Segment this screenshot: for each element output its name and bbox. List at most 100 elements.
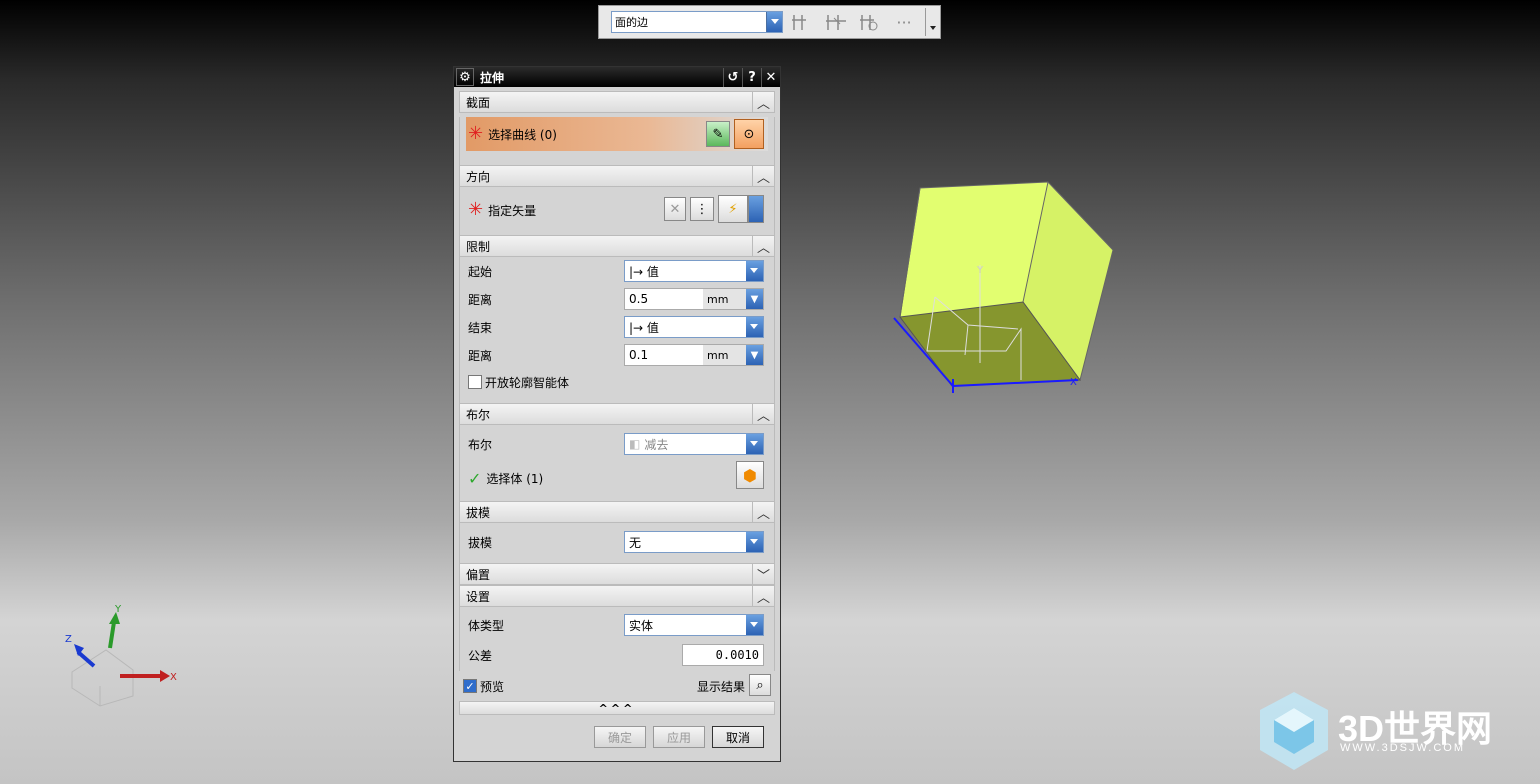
select-body-label: 选择体 (1) <box>486 471 544 486</box>
triad-y-label: Y <box>114 604 122 615</box>
boolean-title: 布尔 <box>466 407 491 422</box>
chevron-down-icon[interactable] <box>746 261 763 281</box>
down-arrow-icon[interactable]: ▼ <box>746 289 763 309</box>
draft-row: 拔模 无 <box>460 523 774 561</box>
chevron-up-icon[interactable]: ︿ <box>752 166 774 186</box>
select-curve-label: 选择曲线 (0) <box>488 127 557 142</box>
dialog-titlebar[interactable]: ⚙ 拉伸 ↺ ? ✕ <box>454 67 780 87</box>
snap-grid-icon[interactable] <box>787 10 817 34</box>
draft-dropdown[interactable]: 无 <box>624 531 764 553</box>
limits-title: 限制 <box>466 239 491 254</box>
show-result-label: 显示结果 <box>697 679 746 694</box>
cancel-button[interactable]: 取消 <box>712 726 764 748</box>
ok-button[interactable]: 确定 <box>594 726 646 748</box>
boolean-value: 减去 <box>644 437 669 452</box>
reset-icon[interactable]: ↺ <box>723 67 742 87</box>
required-icon: ✳ <box>468 123 484 144</box>
specify-vector-label: 指定矢量 <box>488 203 537 218</box>
draft-title: 拔模 <box>466 505 491 520</box>
apply-button[interactable]: 应用 <box>653 726 705 748</box>
end-label: 结束 <box>468 320 493 335</box>
open-profile-row[interactable]: 开放轮廓智能体 <box>460 369 774 395</box>
chevron-up-icon[interactable]: ︿ <box>752 236 774 256</box>
chevron-down-icon[interactable] <box>746 532 763 552</box>
end-value: |→ 值 <box>629 320 659 335</box>
open-profile-checkbox[interactable] <box>468 375 482 389</box>
snap-intersection-icon[interactable] <box>821 10 851 34</box>
section-header-draft[interactable]: 拔模 ︿ <box>459 501 775 523</box>
start-dropdown[interactable]: |→ 值 <box>624 260 764 282</box>
expand-icon[interactable]: ^^^ <box>599 702 636 715</box>
body-type-value: 实体 <box>629 618 654 633</box>
offset-title: 偏置 <box>466 567 491 582</box>
curve-icon[interactable]: ⊙ <box>734 119 764 149</box>
chevron-up-icon[interactable]: ︿ <box>752 586 774 606</box>
direction-title: 方向 <box>466 169 491 184</box>
start-row: 起始 |→ 值 <box>460 257 774 285</box>
tolerance-input[interactable]: 0.0010 <box>682 644 764 666</box>
preview-label: 预览 <box>480 679 505 694</box>
down-arrow-icon[interactable]: ▼ <box>746 345 763 365</box>
check-icon: ✓ <box>468 468 482 488</box>
sketch-section-icon[interactable]: ✎ <box>706 121 730 147</box>
section-header-direction[interactable]: 方向 ︿ <box>459 165 775 187</box>
body-type-dropdown[interactable]: 实体 <box>624 614 764 636</box>
inferred-vector-icon[interactable]: ⚡ <box>718 195 748 223</box>
magnifier-icon[interactable]: ⌕ <box>749 674 771 696</box>
section-header-section[interactable]: 截面 ︿ <box>459 91 775 113</box>
preview-row: ✓ 预览 显示结果 ⌕ <box>459 671 775 701</box>
section-header-offset[interactable]: 偏置 ﹀ <box>459 563 775 585</box>
start-label: 起始 <box>468 264 493 279</box>
boolean-row: 布尔 ◧ 减去 <box>460 425 774 463</box>
type-filter-value: 面的边 <box>615 16 648 29</box>
tolerance-label: 公差 <box>468 648 493 663</box>
chevron-up-icon[interactable]: ︿ <box>752 502 774 522</box>
required-icon: ✳ <box>468 199 484 220</box>
end-distance-value[interactable]: 0.1 <box>625 348 703 362</box>
close-icon[interactable]: ✕ <box>761 67 780 87</box>
section-header-settings[interactable]: 设置 ︿ <box>459 585 775 607</box>
settings-title: 设置 <box>466 589 491 604</box>
start-distance-input[interactable]: 0.5 mm ▼ <box>624 288 764 310</box>
chevron-down-icon[interactable] <box>746 317 763 337</box>
preview-checkbox[interactable]: ✓ <box>463 679 477 693</box>
chevron-up-icon[interactable]: ︿ <box>752 92 774 112</box>
start-distance-value[interactable]: 0.5 <box>625 292 703 306</box>
wcs-x-label: X <box>1070 377 1077 388</box>
type-filter-dropdown[interactable]: 面的边 <box>611 11 783 33</box>
view-triad: X Y Z <box>65 604 177 707</box>
selection-toolbar: 面的边 ··· <box>598 5 941 39</box>
select-body-row[interactable]: ✓ 选择体 (1) ⬢ <box>460 461 774 493</box>
start-distance-label: 距离 <box>468 292 493 307</box>
boolean-dropdown[interactable]: ◧ 减去 <box>624 433 764 455</box>
more-icon[interactable]: ··· <box>889 10 919 34</box>
gear-icon[interactable]: ⚙ <box>456 68 474 86</box>
end-row: 结束 |→ 值 <box>460 313 774 341</box>
section-header-boolean[interactable]: 布尔 ︿ <box>459 403 775 425</box>
section-title: 截面 <box>466 95 491 110</box>
start-distance-row: 距离 0.5 mm ▼ <box>460 285 774 313</box>
chevron-down-icon[interactable]: ﹀ <box>752 564 774 584</box>
snap-arc-icon[interactable] <box>855 10 885 34</box>
chevron-up-icon[interactable]: ︿ <box>752 404 774 424</box>
section-header-limits[interactable]: 限制 ︿ <box>459 235 775 257</box>
chevron-down-icon[interactable] <box>766 12 782 32</box>
help-icon[interactable]: ? <box>742 67 761 87</box>
reverse-direction-icon[interactable]: ✕ <box>664 197 686 221</box>
chevron-down-icon[interactable] <box>748 195 764 223</box>
specify-vector-row[interactable]: ✳ 指定矢量 ✕ ⋮ ⚡ <box>460 187 774 233</box>
toolbar-options-button[interactable] <box>925 8 939 36</box>
end-distance-input[interactable]: 0.1 mm ▼ <box>624 344 764 366</box>
wcs-y-label: Y <box>976 265 984 276</box>
chevron-down-icon[interactable] <box>746 615 763 635</box>
vector-dialog-icon[interactable]: ⋮ <box>690 197 714 221</box>
more-options-bar[interactable]: ^^^ <box>459 701 775 715</box>
subtract-icon: ◧ <box>629 437 641 451</box>
select-curve-row[interactable]: ✳ 选择曲线 (0) ✎ ⊙ <box>466 117 768 151</box>
solid-body-icon[interactable]: ⬢ <box>736 461 764 489</box>
model-viewport[interactable]: Y X <box>880 175 1120 400</box>
body-type-row: 体类型 实体 <box>460 607 774 643</box>
end-dropdown[interactable]: |→ 值 <box>624 316 764 338</box>
chevron-down-icon[interactable] <box>746 434 763 454</box>
tolerance-value[interactable]: 0.0010 <box>716 648 759 662</box>
